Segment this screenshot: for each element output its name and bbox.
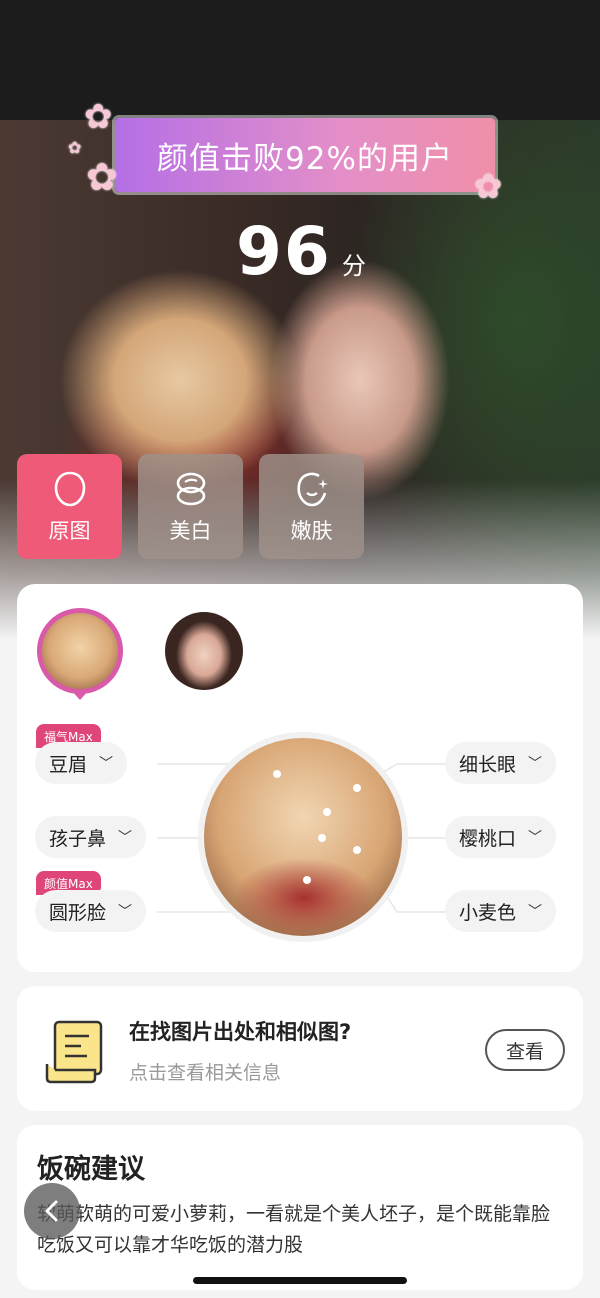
filter-whiten-button[interactable]: 美白	[138, 454, 243, 559]
advice-title: 饭碗建议	[37, 1154, 145, 1185]
score-unit: 分	[341, 252, 366, 280]
filter-original-button[interactable]: 原图	[17, 454, 122, 559]
chevron-down-icon: ﹀	[118, 830, 133, 846]
chevron-down-icon: ﹀	[528, 904, 543, 920]
score-display: 96 分	[236, 213, 366, 293]
feature-nose-dropdown[interactable]: 孩子鼻 ﹀	[35, 816, 147, 858]
flower-decoration-icon: ✿	[86, 155, 118, 199]
chevron-left-icon	[45, 1200, 58, 1222]
face-avatar-selected[interactable]	[37, 608, 123, 694]
feature-face-shape-dropdown[interactable]: 圆形脸 ﹀	[35, 890, 147, 932]
feature-skin-tone-dropdown[interactable]: 小麦色 ﹀	[445, 890, 557, 932]
feature-mouth-label: 樱桃口	[459, 827, 517, 850]
home-indicator[interactable]	[193, 1277, 407, 1284]
source-title: 在找图片出处和相似图?	[129, 1020, 352, 1044]
filter-original-label: 原图	[48, 518, 91, 543]
feature-mouth-dropdown[interactable]: 樱桃口 ﹀	[445, 816, 557, 858]
view-button[interactable]: 查看	[485, 1029, 565, 1071]
scroll-document-icon	[45, 1020, 103, 1084]
feature-face-shape-label: 圆形脸	[49, 901, 107, 924]
image-source-card[interactable]: 在找图片出处和相似图? 点击查看相关信息 查看	[17, 986, 583, 1111]
rank-banner-text: 颜值击败92%的用户	[157, 140, 453, 177]
feature-eyes-label: 细长眼	[459, 753, 517, 776]
source-subtitle: 点击查看相关信息	[129, 1062, 282, 1084]
sparkle-face-icon	[296, 472, 328, 506]
face-closeup	[198, 732, 408, 942]
chevron-down-icon: ﹀	[99, 756, 114, 772]
feature-eyebrow-label: 豆眉	[49, 753, 88, 776]
filter-whiten-label: 美白	[169, 518, 212, 543]
chevron-down-icon: ﹀	[528, 830, 543, 846]
score-value: 96	[236, 213, 332, 290]
chevron-down-icon: ﹀	[118, 904, 133, 920]
feature-skin-tone-label: 小麦色	[459, 901, 517, 924]
chevron-down-icon: ﹀	[528, 756, 543, 772]
filter-smooth-button[interactable]: 嫩肤	[259, 454, 364, 559]
advice-text: 软萌软萌的可爱小萝莉，一看就是个美人坯子，是个既能靠脸吃饭又可以靠才华吃饭的潜力…	[37, 1203, 551, 1256]
back-button[interactable]	[24, 1183, 80, 1239]
feature-eyes-dropdown[interactable]: 细长眼 ﹀	[445, 742, 557, 784]
flower-decoration-icon: ✿	[474, 167, 503, 207]
face-features-card: 福气Max 豆眉 ﹀ 孩子鼻 ﹀ 颜值Max 圆形脸 ﹀ 细长眼 ﹀ 樱桃口 ﹀…	[17, 584, 583, 972]
rank-banner: 颜值击败92%的用户	[115, 118, 495, 192]
face-avatar[interactable]	[165, 612, 243, 690]
flower-decoration-icon: ✿	[68, 138, 82, 157]
face-outline-icon	[54, 471, 85, 506]
filter-smooth-label: 嫩肤	[290, 518, 333, 543]
compact-mirror-icon	[176, 472, 205, 505]
career-advice-card: 饭碗建议 软萌软萌的可爱小萝莉，一看就是个美人坯子，是个既能靠脸吃饭又可以靠才华…	[17, 1125, 583, 1290]
flower-decoration-icon: ✿	[84, 97, 113, 137]
feature-nose-label: 孩子鼻	[49, 827, 107, 850]
avatar-pointer	[72, 691, 88, 700]
feature-eyebrow-dropdown[interactable]: 豆眉 ﹀	[35, 742, 128, 784]
